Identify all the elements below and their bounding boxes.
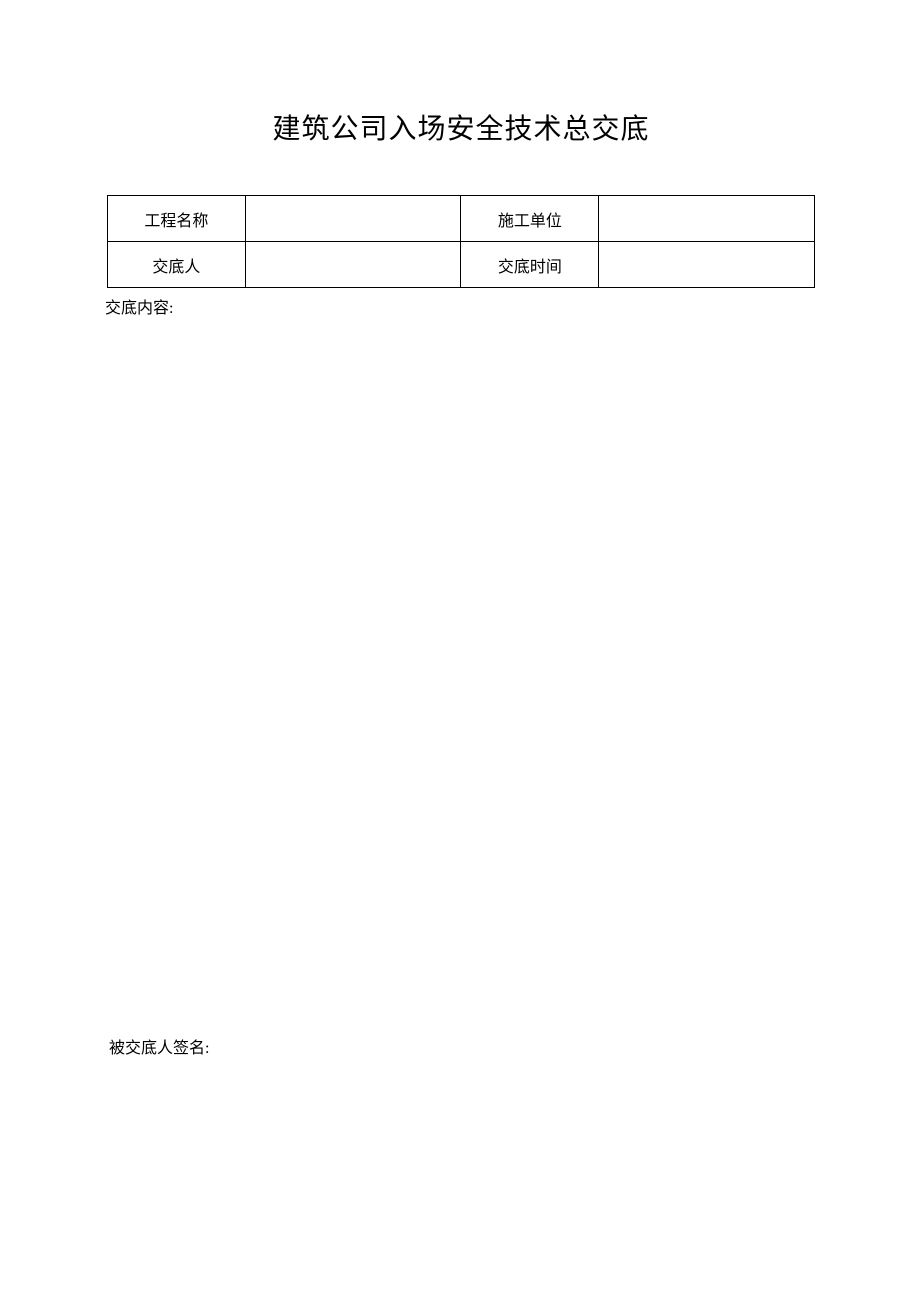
document-page: 建筑公司入场安全技术总交底 工程名称 施工单位 交底人 交底时间 交底内容: 被…	[0, 0, 920, 318]
project-name-label: 工程名称	[108, 196, 246, 242]
table-row: 交底人 交底时间	[108, 242, 815, 288]
table-row: 工程名称 施工单位	[108, 196, 815, 242]
disclosure-time-value	[599, 242, 815, 288]
disclosure-time-label: 交底时间	[461, 242, 599, 288]
construction-unit-label: 施工单位	[461, 196, 599, 242]
disclosing-person-value	[245, 242, 461, 288]
document-title: 建筑公司入场安全技术总交底	[107, 107, 815, 147]
disclosing-person-label: 交底人	[108, 242, 246, 288]
construction-unit-value	[599, 196, 815, 242]
content-label: 交底内容:	[105, 294, 815, 318]
info-table: 工程名称 施工单位 交底人 交底时间	[107, 195, 815, 288]
project-name-value	[245, 196, 461, 242]
signature-label: 被交底人签名:	[109, 1034, 209, 1058]
